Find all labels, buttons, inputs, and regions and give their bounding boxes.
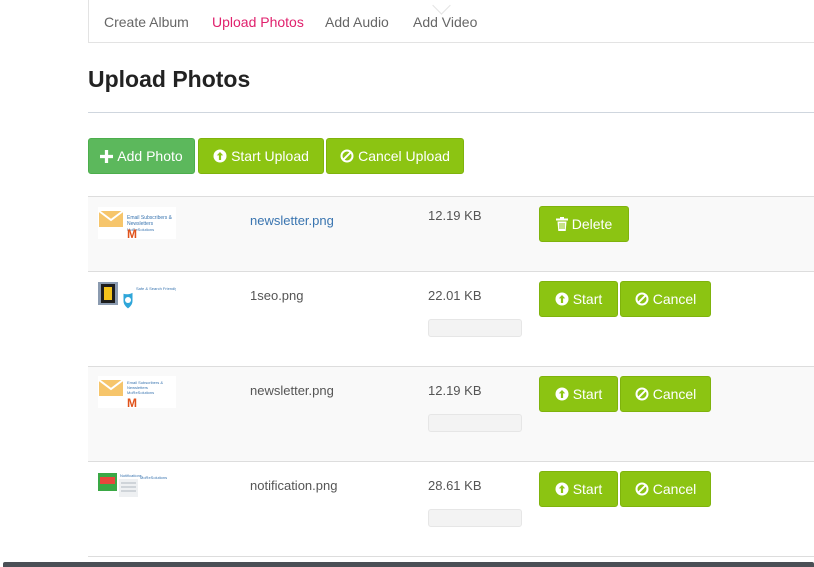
upload-circle-icon — [555, 482, 569, 496]
upload-circle-icon — [555, 387, 569, 401]
file-name: 1seo.png — [250, 288, 304, 303]
file-name: notification.png — [250, 478, 338, 493]
file-size: 12.19 KB — [428, 383, 482, 398]
upload-circle-icon — [213, 149, 227, 163]
file-thumbnail: Email Subscribers & Newsletters MoReSolu… — [98, 376, 176, 410]
tab-upload-photos[interactable]: Upload Photos — [212, 0, 304, 43]
table-row: Email Subscribers & Newsletters MoReSolu… — [88, 366, 814, 462]
tab-create-album[interactable]: Create Album — [104, 0, 189, 43]
upload-progress-bar — [428, 509, 522, 527]
table-row: Email Subscribers & Newsletters MoReSolu… — [88, 196, 814, 272]
cancel-label: Cancel — [652, 291, 697, 307]
start-label: Start — [572, 291, 603, 307]
start-button[interactable]: Start — [539, 281, 618, 317]
svg-text:Safe & Search Friendly: Safe & Search Friendly — [136, 286, 176, 291]
cancel-button[interactable]: Cancel — [620, 281, 711, 317]
table-row: Safe & Search Friendly 1seo.png 22.01 KB… — [88, 271, 814, 367]
cancel-button[interactable]: Cancel — [620, 471, 711, 507]
start-label: Start — [572, 481, 603, 497]
start-button[interactable]: Start — [539, 376, 618, 412]
file-thumbnail: Safe & Search Friendly — [98, 281, 177, 313]
tab-add-audio[interactable]: Add Audio — [325, 0, 389, 43]
ban-icon — [635, 482, 649, 496]
svg-text:Notifications: Notifications — [120, 473, 142, 478]
plus-icon — [100, 149, 114, 163]
upload-progress-bar — [428, 414, 522, 432]
cancel-label: Cancel — [652, 481, 697, 497]
trash-icon — [555, 217, 568, 231]
table-row: Notifications MoReSolutions notification… — [88, 461, 814, 557]
start-button[interactable]: Start — [539, 471, 618, 507]
file-name: newsletter.png — [250, 383, 334, 398]
start-upload-button[interactable]: Start Upload — [198, 138, 324, 174]
svg-text:MoReSolutions: MoReSolutions — [127, 390, 154, 395]
page-title: Upload Photos — [88, 66, 251, 92]
tab-add-video[interactable]: Add Video — [413, 0, 477, 43]
cancel-button[interactable]: Cancel — [620, 376, 711, 412]
bottom-scrollbar[interactable] — [3, 562, 814, 567]
file-size: 22.01 KB — [428, 288, 482, 303]
file-size: 12.19 KB — [428, 208, 482, 223]
svg-text:M: M — [127, 227, 137, 239]
cancel-upload-label: Cancel Upload — [358, 148, 450, 164]
start-label: Start — [572, 386, 603, 402]
add-photo-button[interactable]: Add Photo — [88, 138, 195, 174]
upload-circle-icon — [555, 292, 569, 306]
ban-icon — [340, 149, 354, 163]
svg-text:M: M — [127, 396, 137, 408]
cancel-upload-button[interactable]: Cancel Upload — [326, 138, 464, 174]
ban-icon — [635, 387, 649, 401]
cancel-label: Cancel — [652, 386, 697, 402]
file-name-link[interactable]: newsletter.png — [250, 213, 334, 228]
file-thumbnail: Notifications MoReSolutions — [98, 471, 176, 503]
title-divider — [88, 112, 814, 113]
delete-label: Delete — [571, 216, 613, 232]
svg-text:MoReSolutions: MoReSolutions — [140, 475, 167, 480]
file-thumbnail: Email Subscribers & Newsletters MoReSolu… — [98, 207, 176, 241]
add-photo-label: Add Photo — [117, 148, 183, 164]
start-upload-label: Start Upload — [231, 148, 309, 164]
album-tab-bar: Create Album Upload Photos Add Audio Add… — [88, 0, 814, 43]
upload-progress-bar — [428, 319, 522, 337]
file-size: 28.61 KB — [428, 478, 482, 493]
delete-button[interactable]: Delete — [539, 206, 629, 242]
ban-icon — [635, 292, 649, 306]
